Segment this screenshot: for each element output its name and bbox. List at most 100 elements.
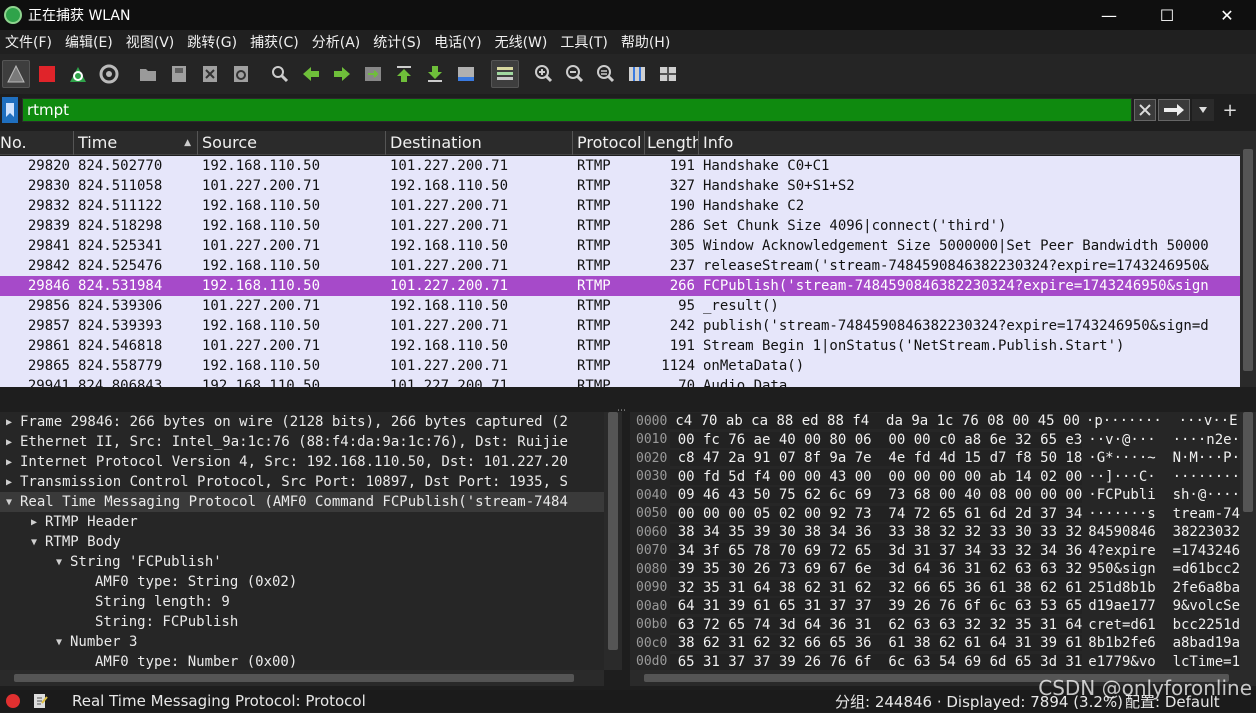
expanded-arrow-icon[interactable]: ▼ [52,557,66,568]
save-file-icon[interactable] [165,60,193,88]
menu-item-0[interactable]: 文件(F) [0,32,60,52]
hex-ascii[interactable]: ··v·@··· ····n2e· [1082,432,1240,448]
packet-row[interactable]: 29830 824.511058 101.227.200.71 192.168.110… [0,176,1240,196]
go-last-icon[interactable] [421,60,449,88]
hex-ascii[interactable]: ··]···C· ········ [1082,469,1240,485]
hex-row[interactable]: 0000 c4 70 ab ca 88 ed 88 f4 da 9a 1c 76 … [630,412,1240,431]
column-header-info[interactable]: Info [699,131,1240,155]
bytes-scroll-thumb[interactable] [1243,412,1253,512]
column-header-protocol[interactable]: Protocol [573,130,645,155]
clear-filter-icon[interactable] [1134,99,1156,121]
menu-item-1[interactable]: 编辑(E) [60,32,121,52]
packet-row[interactable]: 29846 824.531984 192.168.110.50 101.227.200… [0,276,1240,296]
hex-bytes[interactable]: 39 35 30 26 73 69 67 6e 3d 64 36 31 62 6… [669,561,1083,578]
hex-bytes[interactable]: 00 fd 5d f4 00 00 43 00 00 00 00 00 ab 1… [669,468,1083,485]
details-tree-item[interactable]: ▶ Internet Protocol Version 4, Src: 192.1… [0,452,604,472]
packet-row[interactable]: 29861 824.546818 101.227.200.71 192.168.110… [0,336,1240,356]
menu-item-7[interactable]: 电话(Y) [429,32,489,52]
hex-bytes[interactable]: 65 31 37 37 39 26 76 6f 6c 63 54 69 6d 6… [669,653,1083,670]
layout-icon[interactable] [654,60,682,88]
restart-capture-icon[interactable] [64,60,92,88]
hex-row[interactable]: 0030 00 fd 5d f4 00 00 43 00 00 00 00 00 … [630,468,1240,487]
menu-item-10[interactable]: 帮助(H) [616,32,678,52]
hex-ascii[interactable]: 84590846 38223032 [1082,524,1240,540]
hex-row[interactable]: 00c0 38 62 31 62 32 66 65 36 61 38 62 61 … [630,634,1240,653]
collapsed-arrow-icon[interactable]: ▶ [2,477,16,488]
hex-ascii[interactable]: 950&sign =d61bcc2 [1082,561,1240,577]
packet-row[interactable]: 29839 824.518298 192.168.110.50 101.227.200… [0,216,1240,236]
collapsed-arrow-icon[interactable]: ▶ [2,417,16,428]
find-packet-icon[interactable] [266,60,294,88]
hex-bytes[interactable]: 34 3f 65 78 70 69 72 65 3d 31 37 34 33 3… [669,542,1083,559]
packet-row[interactable]: 29832 824.511122 192.168.110.50 101.227.200… [0,196,1240,216]
details-tree-item[interactable]: ▶ Ethernet II, Src: Intel_9a:1c:76 (88:f4… [0,432,604,452]
hex-row[interactable]: 0060 38 34 35 39 30 38 34 36 33 38 32 32 … [630,523,1240,542]
hex-row[interactable]: 0040 09 46 43 50 75 62 6c 69 73 68 00 40 … [630,486,1240,505]
shark-fin-icon[interactable] [2,60,30,88]
go-forward-icon[interactable] [328,60,356,88]
details-tree-item[interactable]: ▼ String 'FCPublish' [0,552,604,572]
column-header-destination[interactable]: Destination [386,130,573,155]
expanded-arrow-icon[interactable]: ▼ [27,537,41,548]
hex-ascii[interactable]: 4?expire =1743246 [1082,543,1240,559]
menu-item-6[interactable]: 统计(S) [368,32,429,52]
close-file-icon[interactable] [196,60,224,88]
hex-row[interactable]: 00a0 64 31 39 61 65 31 37 37 39 26 76 6f … [630,597,1240,616]
auto-scroll-icon[interactable] [452,60,480,88]
hex-ascii[interactable]: e1779&vo lcTime=1 [1082,654,1240,670]
menu-item-5[interactable]: 分析(A) [307,32,369,52]
hex-row[interactable]: 0050 00 00 00 05 02 00 92 73 74 72 65 61 … [630,505,1240,524]
hex-row[interactable]: 0070 34 3f 65 78 70 69 72 65 3d 31 37 34 … [630,542,1240,561]
zoom-in-icon[interactable] [530,60,558,88]
details-scrollbar[interactable] [604,412,622,670]
close-button[interactable]: ✕ [1198,0,1256,30]
hex-ascii[interactable]: ·······s tream-74 [1082,506,1240,522]
details-tree-item[interactable]: AMF0 type: String (0x02) [0,572,604,592]
hex-row[interactable]: 0090 32 35 31 64 38 62 31 62 32 66 65 36 … [630,579,1240,598]
colorize-icon[interactable] [491,60,519,88]
expanded-arrow-icon[interactable]: ▼ [52,637,66,648]
packet-row[interactable]: 29865 824.558779 192.168.110.50 101.227.200… [0,356,1240,376]
details-scroll-thumb[interactable] [608,412,618,650]
bytes-scrollbar[interactable] [1240,412,1256,670]
details-tree-item[interactable]: AMF0 type: Number (0x00) [0,652,604,670]
apply-filter-icon[interactable] [1158,99,1190,121]
hex-bytes[interactable]: 63 72 65 74 3d 64 36 31 62 63 63 32 32 3… [669,616,1083,633]
packet-row[interactable]: 29820 824.502770 192.168.110.50 101.227.200… [0,156,1240,176]
column-header-source[interactable]: Source [198,130,386,155]
packet-list-hscroll[interactable] [0,388,1256,405]
details-hscroll-thumb[interactable] [14,674,574,682]
hex-bytes[interactable]: 38 34 35 39 30 38 34 36 33 38 32 32 33 3… [669,524,1083,541]
packet-list-scrollbar[interactable] [1240,131,1256,387]
open-file-icon[interactable] [134,60,162,88]
capture-options-icon[interactable] [95,60,123,88]
menu-item-8[interactable]: 无线(W) [490,32,556,52]
hex-row[interactable]: 0080 39 35 30 26 73 69 67 6e 3d 64 36 31 … [630,560,1240,579]
menu-item-4[interactable]: 捕获(C) [245,32,307,52]
hex-bytes[interactable]: 38 62 31 62 32 66 65 36 61 38 62 61 64 3… [669,635,1083,652]
details-tree-item[interactable]: String: FCPublish [0,612,604,632]
hex-ascii[interactable]: 8b1b2fe6 a8bad19a [1082,635,1240,651]
expanded-arrow-icon[interactable]: ▼ [2,497,16,508]
menu-item-9[interactable]: 工具(T) [555,32,615,52]
hex-bytes[interactable]: c4 70 ab ca 88 ed 88 f4 da 9a 1c 76 08 0… [667,413,1080,430]
hex-row[interactable]: 0020 c8 47 2a 91 07 8f 9a 7e 4e fd 4d 15 … [630,449,1240,468]
go-first-icon[interactable] [390,60,418,88]
hex-bytes[interactable]: 09 46 43 50 75 62 6c 69 73 68 00 40 08 0… [669,487,1083,504]
packet-list-scroll-thumb[interactable] [1243,149,1253,371]
hex-bytes[interactable]: 00 fc 76 ae 40 00 80 06 00 00 c0 a8 6e 3… [669,431,1083,448]
hex-ascii[interactable]: ·FCPubli sh·@···· [1082,487,1240,503]
maximize-button[interactable]: ☐ [1138,0,1196,30]
packet-row[interactable]: 29842 824.525476 192.168.110.50 101.227.200… [0,256,1240,276]
column-header-no[interactable]: No. [0,130,74,155]
minimize-button[interactable]: — [1080,0,1138,30]
collapsed-arrow-icon[interactable]: ▶ [2,457,16,468]
stop-capture-icon[interactable] [33,60,61,88]
capture-status-icon[interactable] [6,694,20,708]
details-tree-item[interactable]: ▶ Transmission Control Protocol, Src Port… [0,472,604,492]
filter-bookmark-icon[interactable] [2,97,18,123]
packet-row[interactable]: 29856 824.539306 101.227.200.71 192.168.110… [0,296,1240,316]
details-tree-item[interactable]: ▼ Number 3 [0,632,604,652]
collapsed-arrow-icon[interactable]: ▶ [2,437,16,448]
hex-ascii[interactable]: ·p······· ···v··E· [1080,413,1240,429]
